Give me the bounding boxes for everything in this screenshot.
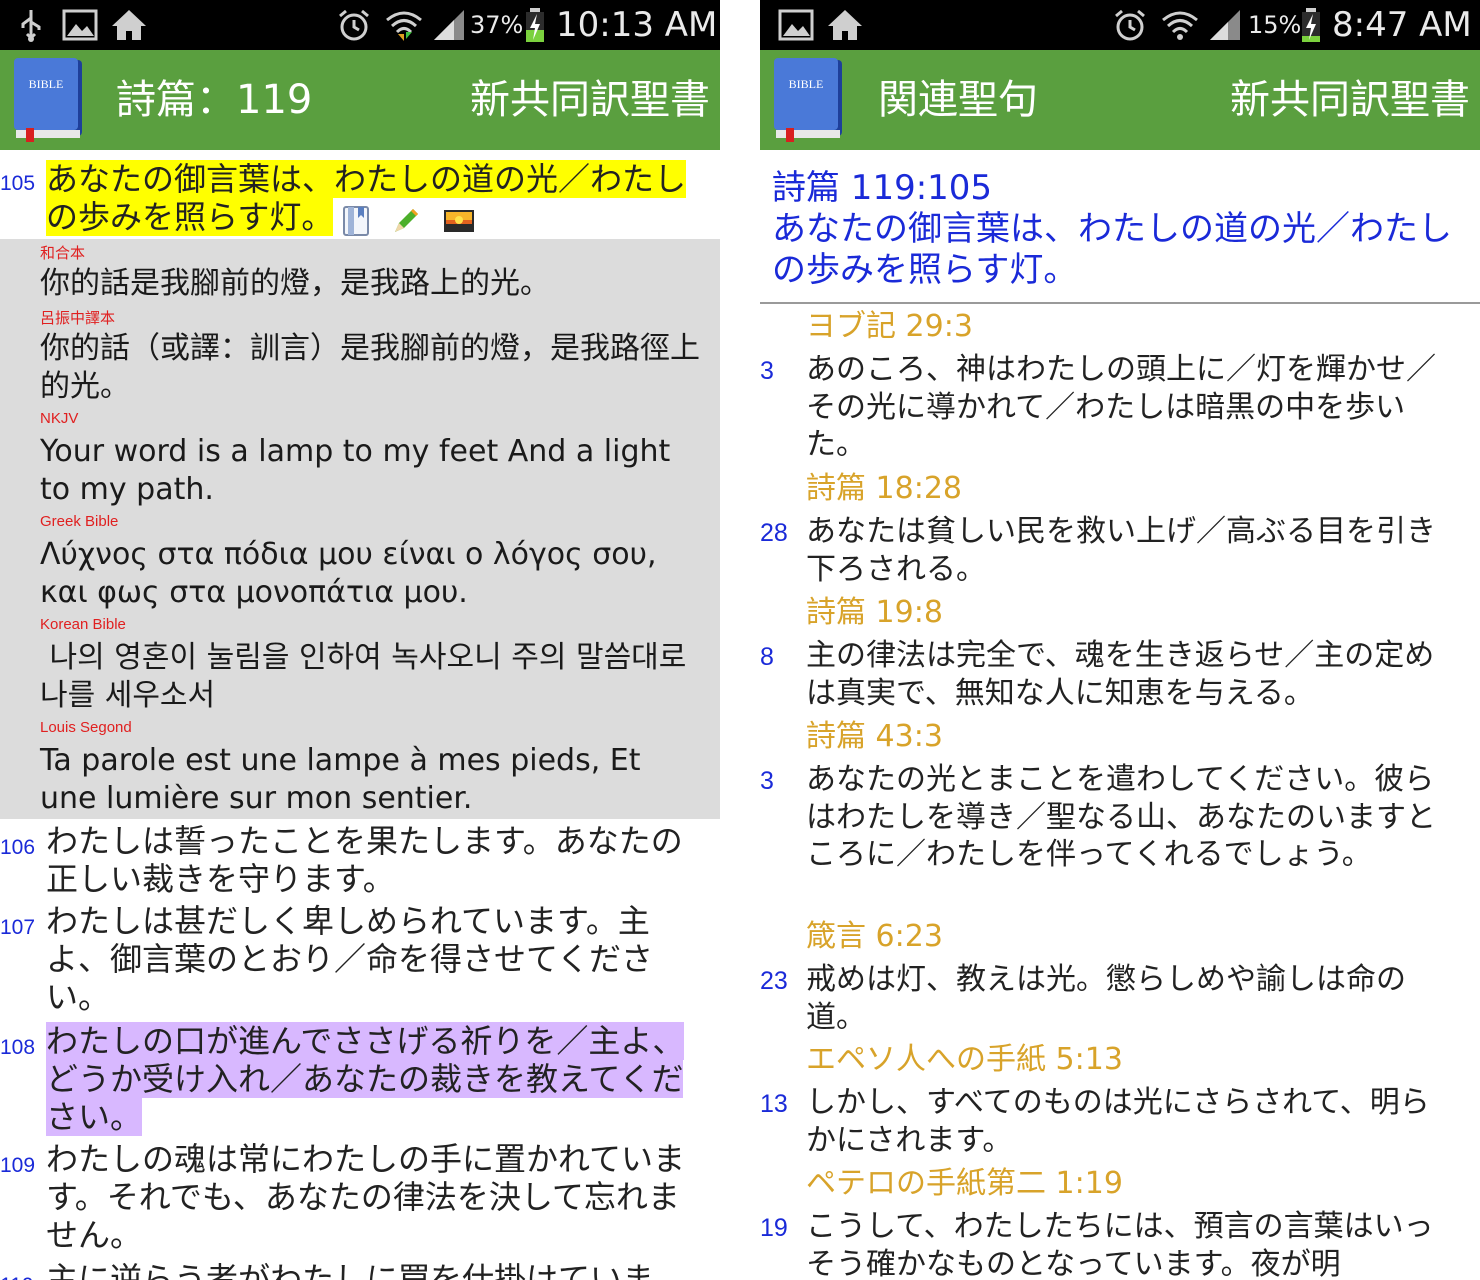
status-bar: 15% 8:47 AM xyxy=(760,0,1480,50)
related-verse-reference[interactable]: 箴言 6:23 xyxy=(806,919,943,955)
verse-number: 28 xyxy=(760,519,788,547)
verse-109[interactable]: わたしの魂は常にわたしの手に置かれています。それでも、あなたの律法を決して忘れま… xyxy=(46,1140,686,1254)
related-verse-text: 主の律法は完全で、魂を生き返らせ／主の定めは真実で、無知な人に知恵を与える。 xyxy=(806,638,1435,711)
related-verse-reference[interactable]: ヨブ記 29:3 xyxy=(806,309,973,345)
verse-number: 108 xyxy=(0,1036,36,1059)
bible-chapter-screen: 37% 10:13 AM BIBLE 詩篇：119 新共同訳聖書 105 あなた… xyxy=(0,0,720,1280)
home-icon xyxy=(112,10,146,40)
wifi-icon xyxy=(386,11,422,41)
verse-text: わたしの魂は常にわたしの手に置かれています。それでも、あなたの律法を決して忘れま… xyxy=(46,1140,686,1254)
home-icon xyxy=(828,10,862,40)
signal-icon xyxy=(1210,10,1240,40)
divider xyxy=(760,302,1480,304)
verse-107[interactable]: わたしは甚だしく卑しめられています。主よ、御言葉のとおり／命を得させてください。 xyxy=(46,902,686,1016)
alarm-icon xyxy=(1115,9,1145,41)
image-icon xyxy=(778,9,814,41)
wifi-icon xyxy=(1162,11,1198,40)
translation-label: 呂振中譯本 xyxy=(40,310,116,327)
selected-verse-reference: 詩篇 119:105 xyxy=(772,168,993,208)
bible-book-icon[interactable]: BIBLE xyxy=(12,56,86,144)
verse-number: 109 xyxy=(0,1154,36,1177)
sunset-image-icon[interactable] xyxy=(443,209,475,233)
related-verse-reference[interactable]: ペテロの手紙第二 1:19 xyxy=(806,1166,1123,1202)
related-verses-screen: 15% 8:47 AM BIBLE 関連聖句 新共同訳聖書 詩篇 119:105… xyxy=(760,0,1480,1280)
related-verse-text: あなたの光とまことを遣わしてください。彼らはわたしを導き／聖なる山、あなたのいま… xyxy=(806,762,1436,872)
verse-105[interactable]: あなたの御言葉は、わたしの道の光／わたしの歩みを照らす灯。 xyxy=(46,160,687,238)
verse-108[interactable]: わたしの口が進んでささげる祈りを／主よ、どうか受け入れ／あなたの裁きを教えてくだ… xyxy=(46,1022,686,1136)
verse-number: 107 xyxy=(0,916,36,939)
related-verse-text: 戒めは灯、教えは光。懲らしめや諭しは命の道。 xyxy=(806,962,1406,1035)
related-verse-reference[interactable]: 詩篇 19:8 xyxy=(806,595,943,631)
image-icon xyxy=(62,9,98,41)
translation-text: Λύχνος στα πόδια μου είναι ο λόγος σου, … xyxy=(40,537,657,610)
verse-text: わたしは誓ったことを果たします。あなたの正しい裁きを守ります。 xyxy=(46,822,683,898)
verse-number: 19 xyxy=(760,1214,788,1242)
translation-label: 和合本 xyxy=(40,245,86,262)
translation-text: Ta parole est une lampe à mes pieds, Et … xyxy=(40,743,641,816)
verse-number: 105 xyxy=(0,172,36,195)
selected-verse-text: あなたの御言葉は、わたしの道の光／わたしの歩みを照らす灯。 xyxy=(772,209,1452,290)
battery-percentage: 15% xyxy=(1248,11,1302,39)
bible-book-icon[interactable]: BIBLE xyxy=(772,56,846,144)
translation-text: Your word is a lamp to my feet And a lig… xyxy=(40,434,671,507)
related-verse-text: あなたは貧しい民を救い上げ／高ぶる目を引き下ろされる。 xyxy=(806,514,1436,587)
usb-icon xyxy=(21,10,41,42)
screen-title: 関連聖句 xyxy=(878,77,1038,123)
translation-selector[interactable]: 新共同訳聖書 xyxy=(470,72,710,128)
verse-number: 3 xyxy=(760,357,774,385)
chapter-title[interactable]: 詩篇：119 xyxy=(116,72,312,128)
verse-106[interactable]: わたしは誓ったことを果たします。あなたの正しい裁きを守ります。 xyxy=(46,822,686,898)
bookmark-icon[interactable] xyxy=(343,206,370,236)
verse-110[interactable]: 主に逆らう者がわたしに罠を仕掛けていま xyxy=(46,1260,686,1280)
related-verse-reference[interactable]: 詩篇 18:28 xyxy=(806,471,962,507)
verse-text: わたしの口が進んでささげる祈りを／主よ、どうか受け入れ／あなたの裁きを教えてくだ… xyxy=(46,1022,685,1136)
related-verse-text: しかし、すべてのものは光にさらされて、明らかにされます。 xyxy=(806,1085,1430,1158)
selected-verse: 詩篇 119:105 あなたの御言葉は、わたしの道の光／わたしの歩みを照らす灯。 xyxy=(772,168,1462,291)
translation-label: Korean Bible xyxy=(40,616,126,633)
translation-label: Greek Bible xyxy=(40,513,119,530)
verse-text: わたしは甚だしく卑しめられています。主よ、御言葉のとおり／命を得させてください。 xyxy=(46,902,654,1016)
status-clock: 8:47 AM xyxy=(1332,5,1472,45)
verse-number: 106 xyxy=(0,836,36,859)
battery-percentage: 37% xyxy=(470,11,524,39)
pencil-icon[interactable] xyxy=(391,206,421,236)
verse-number: 23 xyxy=(760,967,788,995)
translation-text: 你的話是我腳前的燈，是我路上的光。 xyxy=(40,266,550,301)
translation-text: 你的話（或譯：訓言）是我腳前的燈，是我路徑上的光。 xyxy=(40,331,700,404)
translation-selector[interactable]: 新共同訳聖書 xyxy=(1230,72,1470,128)
verse-number: 8 xyxy=(760,643,774,671)
related-verse-reference[interactable]: 詩篇 43:3 xyxy=(806,719,943,755)
verse-number: 3 xyxy=(760,767,774,795)
related-verse-reference[interactable]: エペソ人への手紙 5:13 xyxy=(806,1042,1123,1078)
action-bar: BIBLE 詩篇：119 新共同訳聖書 xyxy=(0,50,720,150)
action-bar: BIBLE 関連聖句 新共同訳聖書 xyxy=(760,50,1480,150)
translation-label: NKJV xyxy=(40,410,79,427)
related-verse-text: あのころ、神はわたしの頭上に／灯を輝かせ／その光に導かれて／わたしは暗黒の中を歩… xyxy=(806,352,1436,462)
verse-number: 13 xyxy=(760,1090,788,1118)
alarm-icon xyxy=(339,9,369,41)
status-clock: 10:13 AM xyxy=(556,5,718,45)
logo-text: BIBLE xyxy=(789,77,824,91)
translation-text: 나의 영혼이 눌림을 인하여 녹사오니 주의 말씀대로 나를 세우소서 xyxy=(40,640,696,713)
status-bar: 37% 10:13 AM xyxy=(0,0,720,50)
logo-text: BIBLE xyxy=(29,77,64,91)
verse-number: 110 xyxy=(0,1274,44,1280)
translation-label: Louis Segond xyxy=(40,719,132,736)
battery-charging-icon xyxy=(526,8,544,42)
verse-tools xyxy=(337,200,475,238)
parallel-translations: 和合本 你的話是我腳前的燈，是我路上的光。 呂振中譯本 你的話（或譯：訓言）是我… xyxy=(0,239,720,819)
verse-text: 主に逆らう者がわたしに罠を仕掛けていま xyxy=(46,1260,655,1280)
battery-charging-icon xyxy=(1302,8,1320,42)
related-verse-text: こうして、わたしたちには、預言の言葉はいっそう確かなものとなっています。夜が明 xyxy=(806,1209,1434,1280)
signal-icon xyxy=(434,10,464,40)
